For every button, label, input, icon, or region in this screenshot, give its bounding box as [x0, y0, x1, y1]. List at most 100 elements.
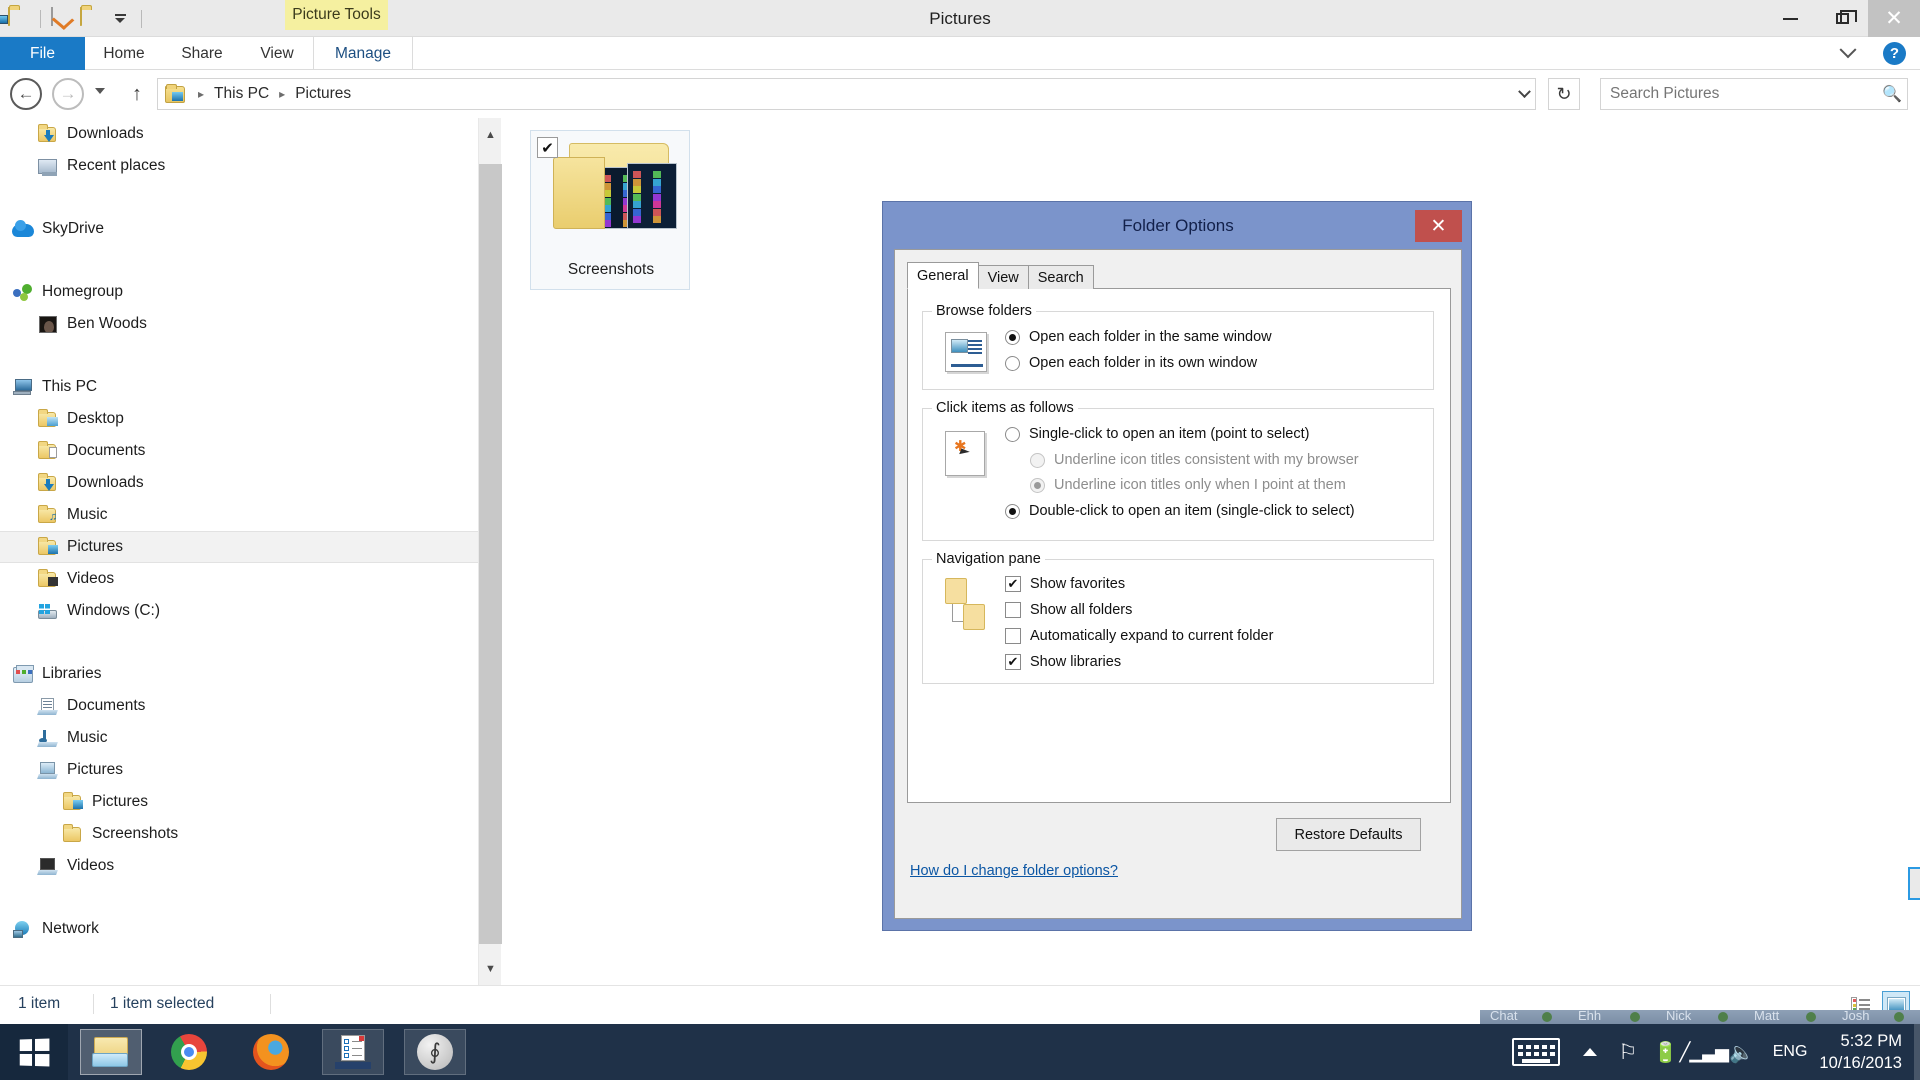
folder-music-icon: ♫ — [37, 504, 59, 526]
status-divider-1 — [93, 994, 94, 1014]
tab-view[interactable]: View — [241, 37, 313, 70]
dialog-close-button[interactable]: ✕ — [1415, 210, 1462, 242]
scroll-up-button[interactable]: ▲ — [479, 123, 502, 146]
google-chrome-icon — [171, 1034, 207, 1070]
sidebar-item-label: Desktop — [67, 410, 124, 427]
windows-logo-icon — [19, 1037, 50, 1067]
sidebar-item-ben-woods[interactable]: Ben Woods — [0, 308, 478, 340]
sidebar-item-music[interactable]: ♫ Music — [0, 499, 478, 531]
sidebar-item-videos[interactable]: Videos — [0, 850, 478, 882]
volume-button[interactable]: 🔈 — [1723, 1024, 1761, 1080]
desktop-gadget-status-dot — [1542, 1012, 1552, 1022]
sidebar-item-this-pc[interactable]: This PC — [0, 371, 478, 403]
sidebar-item-downloads[interactable]: Downloads — [0, 467, 478, 499]
show-hidden-icons-button[interactable] — [1571, 1024, 1609, 1080]
link-app-icon: ∮ — [417, 1034, 453, 1070]
sidebar-item-network[interactable]: Network — [0, 913, 478, 945]
chevron-up-icon — [1582, 1048, 1597, 1056]
checkbox-show-all-folders[interactable]: Show all folders — [1005, 602, 1132, 618]
sidebar-item-windows-c[interactable]: Windows (C:) — [0, 595, 478, 627]
previous-locations-button[interactable] — [1512, 78, 1537, 110]
navigation-pane-scrollbar[interactable]: ▲ ▼ — [478, 118, 502, 985]
sidebar-item-downloads[interactable]: Downloads — [0, 118, 478, 150]
nav-group-spacer — [0, 882, 478, 913]
start-button[interactable] — [0, 1024, 68, 1080]
up-button[interactable]: ↑ — [126, 82, 148, 106]
search-input[interactable] — [1601, 85, 1877, 103]
refresh-button[interactable]: ↻ — [1548, 78, 1580, 110]
radio-label: Single-click to open an item (point to s… — [1029, 426, 1310, 442]
maximize-button[interactable] — [1816, 0, 1868, 37]
breadcrumb-item-pictures[interactable]: Pictures — [291, 85, 355, 103]
checkbox-auto-expand[interactable]: Automatically expand to current folder — [1005, 628, 1273, 644]
action-center-button[interactable]: ⚐ — [1609, 1024, 1647, 1080]
sidebar-item-desktop[interactable]: Desktop — [0, 403, 478, 435]
sidebar-item-music[interactable]: Music — [0, 722, 478, 754]
properties-icon[interactable] — [0, 6, 30, 30]
taskbar-notes-app[interactable] — [322, 1029, 384, 1075]
restore-defaults-button[interactable]: Restore Defaults — [1276, 818, 1421, 851]
breadcrumb[interactable]: ▸ This PC ▸ Pictures — [157, 78, 1536, 110]
sidebar-item-documents[interactable]: Documents — [0, 435, 478, 467]
tab-manage[interactable]: Manage — [313, 37, 413, 70]
radio-single-click[interactable]: Single-click to open an item (point to s… — [1005, 426, 1309, 442]
libraries-icon — [12, 663, 34, 685]
tab-file[interactable]: File — [0, 37, 85, 70]
sidebar-item-pictures[interactable]: Pictures — [0, 531, 478, 563]
list-item[interactable]: ✔ Screenshots — [530, 130, 690, 290]
checkbox-show-libraries[interactable]: ✔ Show libraries — [1005, 654, 1121, 670]
taskbar-mozilla-firefox[interactable] — [240, 1029, 302, 1075]
scroll-down-button[interactable]: ▼ — [479, 957, 502, 980]
radio-double-click[interactable]: Double-click to open an item (single-cli… — [1005, 503, 1355, 519]
network-button[interactable]: ╱▁▃▅ — [1680, 1024, 1729, 1080]
sidebar-item-videos[interactable]: Videos — [0, 563, 478, 595]
folder-documents-icon — [37, 440, 59, 462]
new-folder-yellow-icon[interactable] — [80, 6, 102, 30]
dialog-tab-general[interactable]: General — [907, 262, 979, 289]
help-button[interactable]: ? — [1883, 42, 1906, 65]
checkbox-show-favorites[interactable]: ✔ Show favorites — [1005, 576, 1125, 592]
new-folder-icon[interactable] — [51, 6, 73, 30]
sidebar-item-pictures[interactable]: Pictures — [0, 786, 478, 818]
taskbar-link-app[interactable]: ∮ — [404, 1029, 466, 1075]
sidebar-item-pictures[interactable]: Pictures — [0, 754, 478, 786]
folder-options-dialog: Folder Options ✕ General View Search Bro… — [882, 201, 1920, 931]
breadcrumb-item-this-pc[interactable]: This PC — [210, 85, 273, 103]
quick-access-toolbar — [0, 0, 145, 37]
forward-button[interactable]: → — [52, 78, 84, 110]
chevron-down-icon — [1518, 84, 1531, 98]
tab-home[interactable]: Home — [85, 37, 163, 70]
radio-open-same-window[interactable]: Open each folder in the same window — [1005, 329, 1272, 345]
taskbar-file-explorer[interactable] — [80, 1029, 142, 1075]
search-box[interactable]: 🔍 — [1600, 78, 1908, 110]
radio-open-own-window[interactable]: Open each folder in its own window — [1005, 355, 1257, 371]
item-checkbox[interactable]: ✔ — [537, 137, 558, 158]
ok-button[interactable]: OK — [1908, 867, 1920, 900]
touch-keyboard-button[interactable] — [1501, 1024, 1571, 1080]
clock[interactable]: 5:32 PM 10/16/2013 — [1819, 1030, 1920, 1074]
dialog-tab-view[interactable]: View — [977, 265, 1029, 289]
radio-icon — [1005, 355, 1020, 371]
language-indicator[interactable]: ENG — [1761, 1043, 1820, 1061]
minimize-button[interactable] — [1764, 0, 1816, 37]
recent-locations-icon[interactable] — [95, 88, 105, 94]
sidebar-item-documents[interactable]: Documents — [0, 690, 478, 722]
sidebar-item-skydrive[interactable]: SkyDrive — [0, 213, 478, 245]
close-button[interactable]: ✕ — [1868, 0, 1920, 37]
customize-caret-icon[interactable] — [109, 8, 131, 30]
group-click-items: Click items as follows ✱ Single-click to… — [922, 400, 1434, 541]
show-desktop-button[interactable] — [1914, 1024, 1920, 1080]
tab-share[interactable]: Share — [163, 37, 241, 70]
back-button[interactable]: ← — [10, 78, 42, 110]
sidebar-item-libraries[interactable]: Libraries — [0, 658, 478, 690]
sidebar-item-homegroup[interactable]: Homegroup — [0, 276, 478, 308]
ribbon-collapse-button[interactable] — [1832, 37, 1864, 70]
taskbar-google-chrome[interactable] — [158, 1029, 220, 1075]
dialog-tab-search[interactable]: Search — [1027, 265, 1094, 289]
drive-windows-icon — [37, 600, 59, 622]
search-icon[interactable]: 🔍 — [1877, 84, 1907, 104]
folder-options-help-link[interactable]: How do I change folder options? — [910, 863, 1118, 879]
scrollbar-thumb[interactable] — [479, 164, 502, 944]
sidebar-item-recent-places[interactable]: Recent places — [0, 150, 478, 182]
sidebar-item-screenshots[interactable]: Screenshots — [0, 818, 478, 850]
